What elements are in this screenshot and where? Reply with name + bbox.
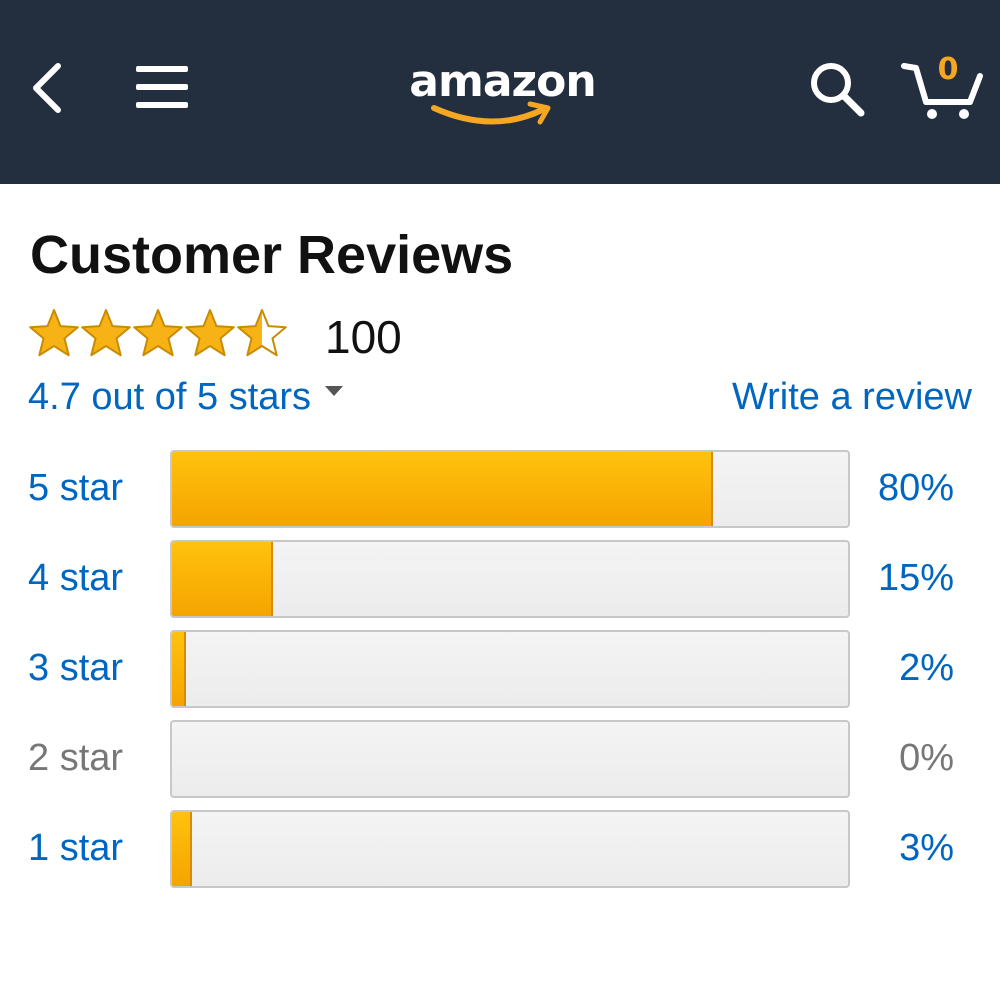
rating-row-label[interactable]: 4 star xyxy=(28,550,123,606)
review-count: 100 xyxy=(325,311,402,363)
cart-count-badge: 0 xyxy=(937,52,959,87)
rating-row: 2 star 0% xyxy=(0,720,1000,798)
rating-row-label[interactable]: 5 star xyxy=(28,460,123,516)
star-rating-icon xyxy=(29,309,287,357)
back-button[interactable] xyxy=(28,58,68,118)
star-4 xyxy=(185,309,235,357)
search-icon xyxy=(811,63,865,117)
rating-row-percent[interactable]: 2% xyxy=(899,640,954,696)
star-3 xyxy=(133,309,183,357)
caret-down-icon xyxy=(325,385,344,396)
rating-bar[interactable] xyxy=(170,450,850,528)
rating-row-percent[interactable]: 15% xyxy=(878,550,954,606)
rating-bar xyxy=(170,720,850,798)
rating-row-label[interactable]: 1 star xyxy=(28,820,123,876)
rating-row-percent[interactable]: 80% xyxy=(878,460,954,516)
rating-bar[interactable] xyxy=(170,630,850,708)
star-1 xyxy=(29,309,79,357)
amazon-logo[interactable]: amazon xyxy=(400,52,605,132)
page-title: Customer Reviews xyxy=(30,225,514,285)
rating-bar-fill xyxy=(172,632,186,706)
rating-bar-fill xyxy=(172,812,193,886)
star-5 xyxy=(237,309,287,357)
rating-row[interactable]: 3 star 2% xyxy=(0,630,1000,708)
chevron-left-icon xyxy=(33,63,61,113)
rating-bar-fill xyxy=(172,452,713,526)
menu-button[interactable] xyxy=(134,62,190,112)
rating-summary-dropdown[interactable]: 4.7 out of 5 stars xyxy=(28,372,344,422)
hamburger-menu-icon xyxy=(136,66,188,108)
rating-row-label[interactable]: 3 star xyxy=(28,640,123,696)
rating-bar-fill xyxy=(172,542,274,616)
rating-row-percent: 0% xyxy=(899,737,954,779)
rating-row[interactable]: 1 star 3% xyxy=(0,810,1000,888)
write-review-link[interactable]: Write a review xyxy=(732,372,972,422)
rating-row[interactable]: 5 star 80% xyxy=(0,450,1000,528)
rating-bar[interactable] xyxy=(170,540,850,618)
rating-row-percent[interactable]: 3% xyxy=(899,820,954,876)
rating-summary-text: 4.7 out of 5 stars xyxy=(28,376,312,418)
search-button[interactable] xyxy=(806,58,868,120)
cart-button[interactable]: 0 xyxy=(900,52,986,122)
rating-row[interactable]: 4 star 15% xyxy=(0,540,1000,618)
rating-bar[interactable] xyxy=(170,810,850,888)
top-nav-bar: amazon 0 xyxy=(0,0,1000,184)
star-2 xyxy=(81,309,131,357)
smile-arrow-icon xyxy=(431,101,551,125)
rating-row-label: 2 star xyxy=(28,737,124,779)
